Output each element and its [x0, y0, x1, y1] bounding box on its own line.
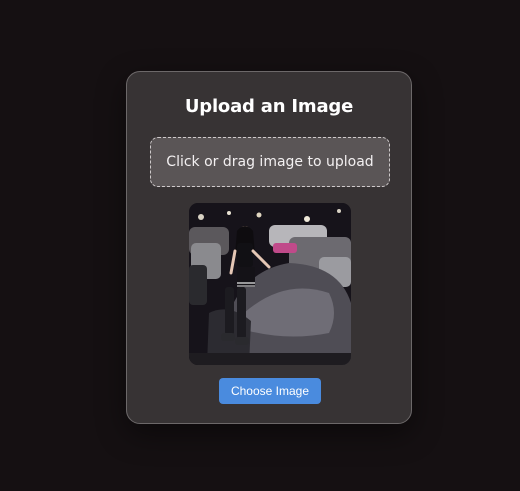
upload-dropzone[interactable]: Click or drag image to upload: [150, 137, 390, 187]
upload-card: Upload an Image Click or drag image to u…: [126, 71, 412, 424]
uploaded-photo: [189, 203, 351, 365]
dropzone-label: Click or drag image to upload: [166, 154, 374, 170]
image-preview: [189, 203, 351, 365]
upload-title: Upload an Image: [184, 96, 354, 117]
choose-image-button[interactable]: Choose Image: [219, 378, 321, 404]
